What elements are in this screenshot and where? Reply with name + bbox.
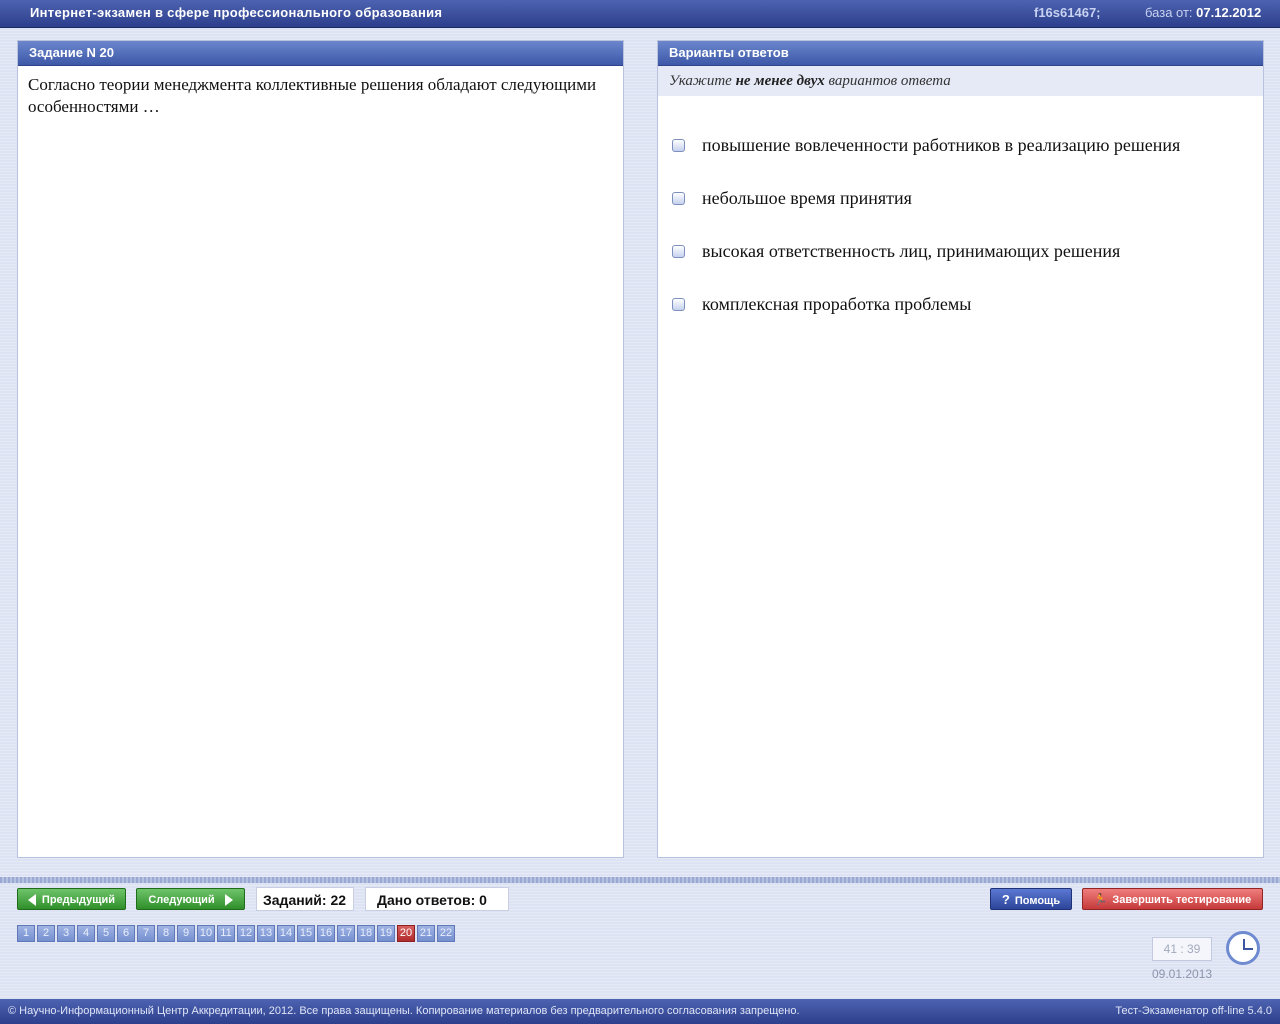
- page-button-21[interactable]: 21: [417, 925, 435, 942]
- divider: [0, 877, 1280, 883]
- option-label: небольшое время принятия: [702, 188, 912, 208]
- page-button-17[interactable]: 17: [337, 925, 355, 942]
- version-text: Тест-Экзаменатор off-line 5.4.0: [1115, 1005, 1272, 1017]
- page-button-9[interactable]: 9: [177, 925, 195, 942]
- answer-options: повышение вовлеченности работников в реа…: [658, 96, 1263, 331]
- page-button-5[interactable]: 5: [97, 925, 115, 942]
- option-label: высокая ответственность лиц, принимающих…: [702, 241, 1121, 261]
- tasks-count: Заданий: 22: [256, 887, 354, 911]
- prev-label: Предыдущий: [41, 894, 116, 906]
- answer-option-2[interactable]: небольшое время принятия: [658, 172, 1263, 225]
- page-button-15[interactable]: 15: [297, 925, 315, 942]
- hint-prefix: Укажите: [669, 73, 736, 89]
- page-button-2[interactable]: 2: [37, 925, 55, 942]
- option-label: повышение вовлеченности работников в реа…: [702, 135, 1181, 155]
- session-id: f16s61467;: [1034, 5, 1101, 20]
- answer-option-3[interactable]: высокая ответственность лиц, принимающих…: [658, 225, 1263, 278]
- base-date: 07.12.2012: [1196, 5, 1262, 20]
- page-button-22[interactable]: 22: [437, 925, 455, 942]
- checkbox-icon[interactable]: [672, 245, 685, 258]
- answer-hint: Укажите не менее двух вариантов ответа: [658, 66, 1263, 96]
- footer: © Научно-Информационный Центр Аккредитац…: [0, 999, 1280, 1024]
- app-title: Интернет-экзамен в сфере профессионально…: [30, 5, 443, 20]
- page-button-12[interactable]: 12: [237, 925, 255, 942]
- help-button[interactable]: ? Помощь: [990, 888, 1072, 910]
- page-button-13[interactable]: 13: [257, 925, 275, 942]
- finish-label: Завершить тестирование: [1112, 894, 1252, 906]
- answers-panel: Варианты ответов Укажите не менее двух в…: [657, 40, 1264, 858]
- page-button-18[interactable]: 18: [357, 925, 375, 942]
- page-button-10[interactable]: 10: [197, 925, 215, 942]
- page-button-11[interactable]: 11: [217, 925, 235, 942]
- answers-given-count: Дано ответов: 0: [365, 887, 509, 911]
- timer-display: 41 : 39: [1152, 937, 1212, 961]
- current-date: 09.01.2013: [1152, 967, 1213, 981]
- prev-button[interactable]: Предыдущий: [17, 888, 126, 910]
- answer-option-4[interactable]: комплексная проработка проблемы: [658, 278, 1263, 331]
- page-button-1[interactable]: 1: [17, 925, 35, 942]
- page-button-7[interactable]: 7: [137, 925, 155, 942]
- title-bar: Интернет-экзамен в сфере профессионально…: [0, 0, 1280, 28]
- finish-button[interactable]: 🏃 Завершить тестирование: [1082, 888, 1263, 910]
- task-panel: Задание N 20 Согласно теории менеджмента…: [17, 40, 624, 858]
- checkbox-icon[interactable]: [672, 192, 685, 205]
- page-button-20-current[interactable]: 20: [397, 925, 415, 942]
- page-button-19[interactable]: 19: [377, 925, 395, 942]
- checkbox-icon[interactable]: [672, 298, 685, 311]
- arrow-right-icon: [224, 894, 233, 907]
- page-button-14[interactable]: 14: [277, 925, 295, 942]
- page-button-3[interactable]: 3: [57, 925, 75, 942]
- hint-bold: не менее двух: [735, 73, 825, 89]
- answer-option-1[interactable]: повышение вовлеченности работников в реа…: [658, 119, 1263, 172]
- page-button-16[interactable]: 16: [317, 925, 335, 942]
- page-button-6[interactable]: 6: [117, 925, 135, 942]
- arrow-left-icon: [27, 894, 36, 907]
- next-button[interactable]: Следующий: [136, 888, 245, 910]
- clock-icon: [1226, 931, 1260, 965]
- answers-heading: Варианты ответов: [658, 41, 1263, 66]
- help-label: Помощь: [1014, 895, 1061, 907]
- task-heading: Задание N 20: [18, 41, 623, 66]
- hint-suffix: вариантов ответа: [824, 73, 951, 89]
- base-label: база от:: [1145, 5, 1193, 20]
- option-label: комплексная проработка проблемы: [702, 294, 972, 314]
- base-date-info: база от: 07.12.2012: [1145, 5, 1261, 20]
- copyright-text: © Научно-Информационный Центр Аккредитац…: [8, 1005, 800, 1017]
- question-icon: ?: [1001, 892, 1010, 907]
- next-label: Следующий: [148, 894, 215, 906]
- running-man-icon: 🏃: [1093, 894, 1108, 906]
- question-text: Согласно теории менеджмента коллективные…: [28, 75, 597, 116]
- checkbox-icon[interactable]: [672, 139, 685, 152]
- page-button-4[interactable]: 4: [77, 925, 95, 942]
- page-button-8[interactable]: 8: [157, 925, 175, 942]
- task-pager: 1 2 3 4 5 6 7 8 9 10 11 12 13 14 15 16 1…: [17, 925, 457, 942]
